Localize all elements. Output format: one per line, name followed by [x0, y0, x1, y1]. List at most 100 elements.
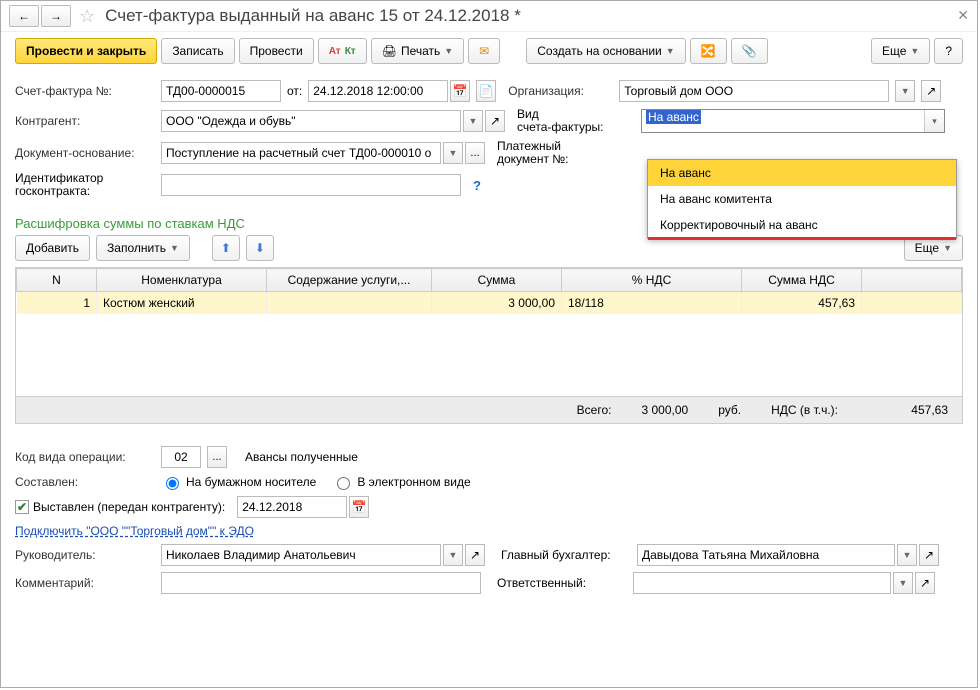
accountant-field[interactable] — [637, 544, 895, 566]
cell-desc — [267, 292, 432, 315]
radio-paper[interactable] — [166, 477, 179, 490]
col-spacer — [862, 269, 962, 292]
org-open-button[interactable]: ↗ — [921, 80, 941, 102]
col-vatsum[interactable]: Сумма НДС — [742, 269, 862, 292]
table-more-label: Еще — [915, 241, 939, 255]
save-label: Записать — [172, 44, 223, 58]
cell-item: Костюм женский — [97, 292, 267, 315]
favorite-star-icon[interactable]: ☆ — [79, 6, 95, 27]
dropdown-option-3-label: Корректировочный на аванс — [660, 218, 818, 232]
opcode-field[interactable] — [161, 446, 201, 468]
accountant-dropdown-button[interactable]: ▼ — [897, 544, 917, 566]
invoice-type-dropdown-button[interactable]: ▾ — [924, 110, 944, 132]
docbasis-dropdown-button[interactable]: ▼ — [443, 142, 463, 164]
counterparty-field[interactable] — [161, 110, 461, 132]
col-desc[interactable]: Содержание услуги,... — [267, 269, 432, 292]
govid-field[interactable] — [161, 174, 461, 196]
vat-table[interactable]: N Номенклатура Содержание услуги,... Сум… — [15, 267, 963, 397]
rub-label: руб. — [718, 403, 741, 417]
director-dropdown-button[interactable]: ▼ — [443, 544, 463, 566]
table-row[interactable]: 1 Костюм женский 3 000,00 18/118 457,63 — [17, 292, 962, 315]
post-button[interactable]: Провести — [239, 38, 314, 64]
more-button[interactable]: Еще▼ — [871, 38, 930, 64]
open-icon: ↗ — [470, 548, 480, 562]
close-icon[interactable]: ✕ — [957, 7, 969, 24]
forward-button[interactable]: → — [41, 5, 71, 27]
arrow-down-icon: ⬇ — [255, 241, 265, 255]
invoice-no-field[interactable] — [161, 80, 281, 102]
post-and-close-label: Провести и закрыть — [26, 44, 146, 58]
docbasis-field[interactable] — [161, 142, 441, 164]
composed-paper-label: На бумажном носителе — [186, 475, 316, 489]
issued-date-field[interactable] — [237, 496, 347, 518]
post-and-close-button[interactable]: Провести и закрыть — [15, 38, 157, 64]
print-button[interactable]: 🖨Печать▼ — [371, 38, 464, 64]
issued-calendar-button[interactable]: 📅 — [349, 496, 369, 518]
composed-elec-radio[interactable]: В электронном виде — [332, 474, 470, 490]
help-button[interactable]: ? — [934, 38, 963, 64]
dropdown-option-2[interactable]: На аванс комитента — [648, 186, 956, 212]
opcode-select-button[interactable]: ... — [207, 446, 227, 468]
docbasis-select-button[interactable]: ... — [465, 142, 485, 164]
counterparty-dropdown-button[interactable]: ▼ — [463, 110, 483, 132]
chevron-down-icon: ▼ — [170, 243, 179, 253]
move-up-button[interactable]: ⬆ — [212, 235, 240, 261]
invoice-type-label2: счета-фактуры: — [517, 121, 635, 134]
more-label: Еще — [882, 44, 906, 58]
date-field[interactable] — [308, 80, 448, 102]
col-item[interactable]: Номенклатура — [97, 269, 267, 292]
govid-help-icon[interactable]: ? — [473, 178, 481, 193]
responsible-dropdown-button[interactable]: ▼ — [893, 572, 913, 594]
window-title: Счет-фактура выданный на аванс 15 от 24.… — [105, 6, 521, 26]
vat-label: НДС (в т.ч.): — [771, 403, 838, 417]
fill-button[interactable]: Заполнить ▼ — [96, 235, 190, 261]
move-down-button[interactable]: ⬇ — [246, 235, 274, 261]
chevron-down-icon: ▼ — [901, 86, 910, 96]
cell-sum: 3 000,00 — [432, 292, 562, 315]
email-button[interactable]: ✉ — [468, 38, 500, 64]
chevron-down-icon: ▼ — [449, 550, 458, 560]
director-field[interactable] — [161, 544, 441, 566]
org-field[interactable] — [619, 80, 889, 102]
invoice-no-label: Счет-фактура №: — [15, 84, 155, 98]
col-n[interactable]: N — [17, 269, 97, 292]
accountant-open-button[interactable]: ↗ — [919, 544, 939, 566]
open-icon: ↗ — [926, 84, 936, 98]
col-sum[interactable]: Сумма — [432, 269, 562, 292]
comment-field[interactable] — [161, 572, 481, 594]
save-button[interactable]: Записать — [161, 38, 234, 64]
lock-button[interactable]: 📄 — [476, 80, 496, 102]
calendar-button[interactable]: 📅 — [450, 80, 470, 102]
help-label: ? — [945, 44, 952, 58]
responsible-open-button[interactable]: ↗ — [915, 572, 935, 594]
counterparty-open-button[interactable]: ↗ — [485, 110, 505, 132]
org-dropdown-button[interactable]: ▼ — [895, 80, 915, 102]
create-based-button[interactable]: Создать на основании▼ — [526, 38, 685, 64]
counterparty-label: Контрагент: — [15, 114, 155, 128]
edo-link[interactable]: Подключить "ООО ""Торговый дом"" к ЭДО — [15, 524, 254, 538]
structure-button[interactable]: 🔀 — [690, 38, 727, 64]
dtkt-button[interactable]: АтКт — [318, 38, 367, 64]
check-icon: ✔ — [17, 500, 27, 514]
dropdown-option-1[interactable]: На аванс — [648, 160, 956, 186]
invoice-type-dropdown[interactable]: На аванс На аванс комитента Корректирово… — [647, 159, 957, 239]
add-button[interactable]: Добавить — [15, 235, 90, 261]
attach-button[interactable]: 📎 — [731, 38, 768, 64]
cell-vatrate: 18/118 — [562, 292, 742, 315]
composed-paper-radio[interactable]: На бумажном носителе — [161, 474, 316, 490]
col-vatrate[interactable]: % НДС — [562, 269, 742, 292]
total-label: Всего: — [577, 403, 612, 417]
dropdown-option-3[interactable]: Корректировочный на аванс — [648, 212, 956, 238]
invoice-type-field[interactable]: На аванс — [642, 110, 922, 132]
back-button[interactable]: ← — [9, 5, 39, 27]
print-label: Печать — [401, 44, 440, 58]
responsible-field[interactable] — [633, 572, 891, 594]
opcode-label: Код вида операции: — [15, 450, 155, 464]
govid-label2: госконтракта: — [15, 185, 155, 198]
fill-label: Заполнить — [107, 241, 166, 255]
director-open-button[interactable]: ↗ — [465, 544, 485, 566]
radio-elec[interactable] — [337, 477, 350, 490]
chevron-down-icon: ▼ — [469, 116, 478, 126]
director-label: Руководитель: — [15, 548, 155, 562]
issued-checkbox[interactable]: ✔ Выставлен (передан контрагенту): — [15, 500, 225, 514]
